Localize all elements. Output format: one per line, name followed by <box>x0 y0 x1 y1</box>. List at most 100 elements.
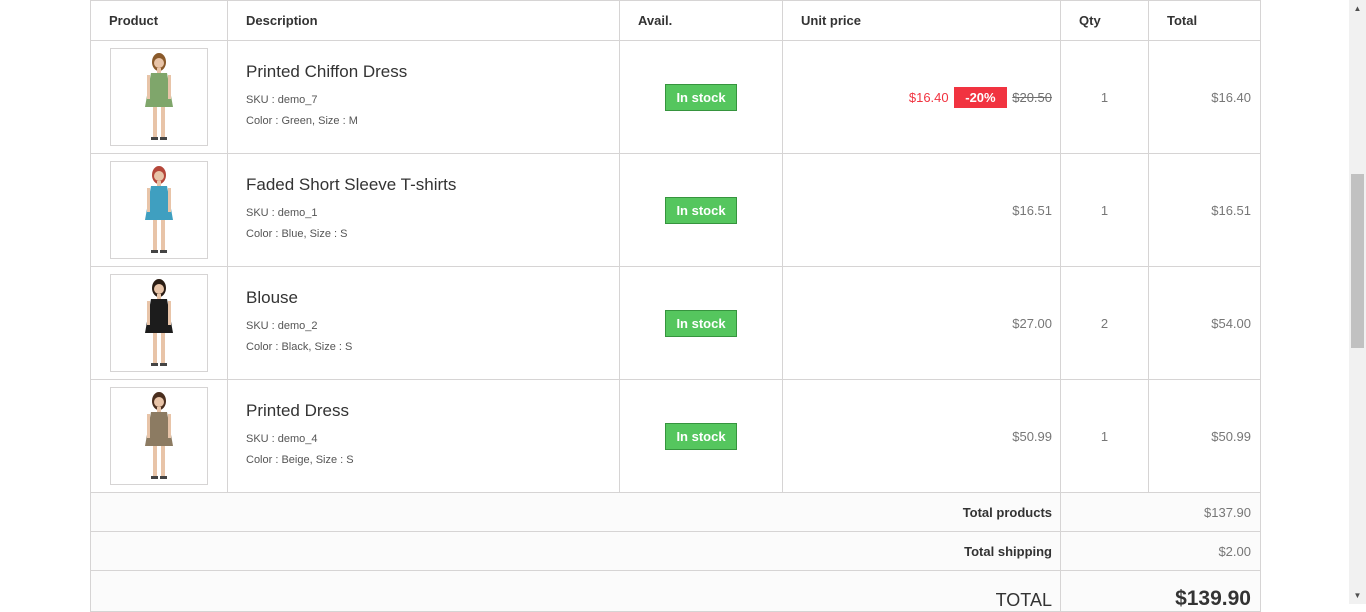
model-right-arm <box>168 414 171 438</box>
unit-price-cell: $27.00 <box>782 266 1061 380</box>
in-stock-badge: In stock <box>665 422 737 450</box>
product-photo <box>145 53 173 140</box>
product-attributes-link[interactable]: Color : Blue, Size : S <box>246 224 619 245</box>
cart-row: Printed Chiffon Dress SKU : demo_7 Color… <box>90 40 1261 154</box>
line-total: $16.51 <box>1148 153 1261 267</box>
product-sku: SKU : demo_7 <box>246 94 318 106</box>
model-right-shoe <box>160 476 167 479</box>
model-face <box>154 171 164 181</box>
model-left-arm <box>147 75 150 99</box>
model-right-leg <box>161 107 165 139</box>
product-thumbnail-link[interactable] <box>110 387 208 485</box>
model-right-arm <box>168 75 171 99</box>
scrollbar-thumb[interactable] <box>1351 174 1364 348</box>
header-total: Total <box>1148 0 1261 41</box>
model-right-shoe <box>160 250 167 253</box>
in-stock-badge: In stock <box>665 83 737 111</box>
product-attributes-link[interactable]: Color : Black, Size : S <box>246 337 619 358</box>
model-face <box>154 397 164 407</box>
product-attributes-link[interactable]: Color : Green, Size : M <box>246 111 619 132</box>
model-face <box>154 284 164 294</box>
model-right-leg <box>161 446 165 478</box>
in-stock-badge: In stock <box>665 309 737 337</box>
unit-price-cell: $50.99 <box>782 379 1061 493</box>
product-image-cell <box>90 379 228 493</box>
qty-cell: 1 <box>1060 379 1149 493</box>
model-left-leg <box>153 220 157 252</box>
product-description: Printed Dress SKU : demo_4 Color : Beige… <box>227 379 620 493</box>
scroll-up-arrow-icon[interactable]: ▲ <box>1349 0 1366 17</box>
model-left-leg <box>153 333 157 365</box>
model-right-arm <box>168 188 171 212</box>
model-right-shoe <box>160 137 167 140</box>
header-qty: Qty <box>1060 0 1149 41</box>
line-total: $54.00 <box>1148 266 1261 380</box>
discount-badge: -20% <box>954 86 1007 108</box>
availability-cell: In stock <box>619 153 783 267</box>
page-scrollbar[interactable]: ▲ ▼ <box>1349 0 1366 604</box>
grand-total-value: $139.90 <box>1060 570 1261 612</box>
header-avail: Avail. <box>619 0 783 41</box>
in-stock-badge: In stock <box>665 196 737 224</box>
cart-row: Blouse SKU : demo_2 Color : Black, Size … <box>90 266 1261 380</box>
total-products-value: $137.90 <box>1060 492 1261 532</box>
model-left-arm <box>147 301 150 325</box>
header-product: Product <box>90 0 228 41</box>
model-face <box>154 58 164 68</box>
total-products-label: Total products <box>90 492 1061 532</box>
product-thumbnail-link[interactable] <box>110 161 208 259</box>
total-shipping-row: Total shipping $2.00 <box>90 531 1261 571</box>
product-image-cell <box>90 266 228 380</box>
product-attributes-link[interactable]: Color : Beige, Size : S <box>246 450 619 471</box>
model-neck <box>157 407 161 412</box>
availability-cell: In stock <box>619 266 783 380</box>
product-image-cell <box>90 153 228 267</box>
model-neck <box>157 294 161 299</box>
model-neck <box>157 181 161 186</box>
unit-price-cell: $16.51 <box>782 153 1061 267</box>
model-left-arm <box>147 414 150 438</box>
product-photo <box>145 166 173 253</box>
model-left-leg <box>153 446 157 478</box>
cart-table: Product Description Avail. Unit price Qt… <box>90 0 1261 612</box>
product-name-link[interactable]: Faded Short Sleeve T-shirts <box>246 175 619 195</box>
model-left-shoe <box>151 137 158 140</box>
scroll-down-arrow-icon[interactable]: ▼ <box>1349 587 1366 604</box>
model-left-arm <box>147 188 150 212</box>
product-name-link[interactable]: Printed Chiffon Dress <box>246 62 619 82</box>
model-right-leg <box>161 333 165 365</box>
unit-price: $16.51 <box>1012 202 1052 218</box>
total-shipping-value: $2.00 <box>1060 531 1261 571</box>
header-unit-price: Unit price <box>782 0 1061 41</box>
product-description: Faded Short Sleeve T-shirts SKU : demo_1… <box>227 153 620 267</box>
unit-price: $50.99 <box>1012 428 1052 444</box>
qty-cell: 1 <box>1060 153 1149 267</box>
line-total: $50.99 <box>1148 379 1261 493</box>
product-sku: SKU : demo_4 <box>246 433 318 445</box>
cart-row: Printed Dress SKU : demo_4 Color : Beige… <box>90 379 1261 493</box>
header-description: Description <box>227 0 620 41</box>
grand-total-label: TOTAL <box>90 570 1061 612</box>
total-products-row: Total products $137.90 <box>90 492 1261 532</box>
product-description: Printed Chiffon Dress SKU : demo_7 Color… <box>227 40 620 154</box>
cart-header-row: Product Description Avail. Unit price Qt… <box>90 0 1261 41</box>
model-neck <box>157 68 161 73</box>
unit-price: $27.00 <box>1012 315 1052 331</box>
model-left-shoe <box>151 476 158 479</box>
model-right-arm <box>168 301 171 325</box>
product-thumbnail-link[interactable] <box>110 48 208 146</box>
availability-cell: In stock <box>619 40 783 154</box>
line-total: $16.40 <box>1148 40 1261 154</box>
product-description: Blouse SKU : demo_2 Color : Black, Size … <box>227 266 620 380</box>
product-photo <box>145 279 173 366</box>
product-image-cell <box>90 40 228 154</box>
product-name-link[interactable]: Blouse <box>246 288 619 308</box>
availability-cell: In stock <box>619 379 783 493</box>
special-price: $16.40 <box>908 89 949 105</box>
qty-cell: 2 <box>1060 266 1149 380</box>
product-thumbnail-link[interactable] <box>110 274 208 372</box>
model-left-shoe <box>151 363 158 366</box>
model-right-shoe <box>160 363 167 366</box>
qty-cell: 1 <box>1060 40 1149 154</box>
product-name-link[interactable]: Printed Dress <box>246 401 619 421</box>
